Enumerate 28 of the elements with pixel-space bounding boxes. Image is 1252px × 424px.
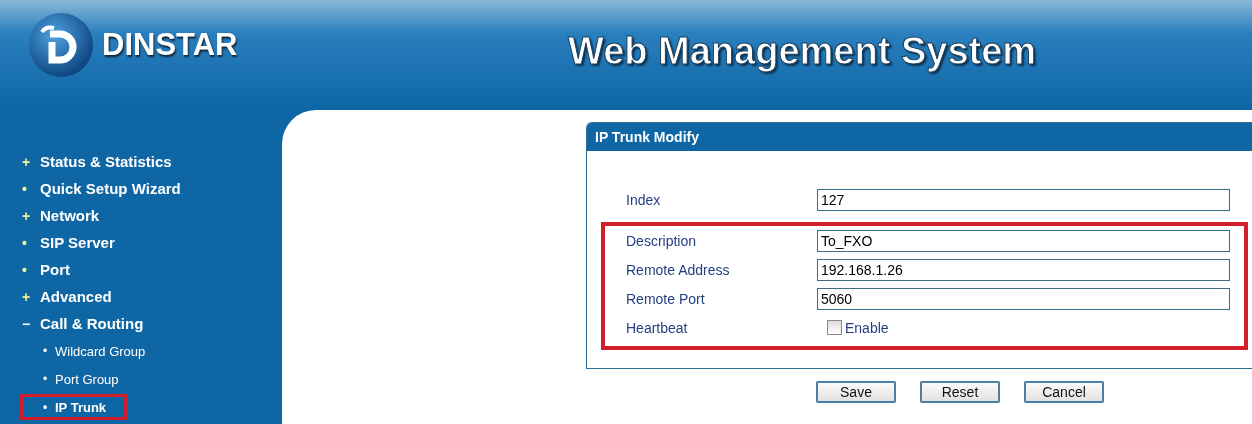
checkbox[interactable] bbox=[827, 320, 842, 335]
form-button[interactable]: Reset bbox=[920, 381, 1000, 403]
logo-icon bbox=[28, 12, 94, 78]
panel-title: IP Trunk Modify bbox=[587, 123, 1252, 151]
form-button[interactable]: Cancel bbox=[1024, 381, 1104, 403]
nav-subitem[interactable]: • Port Group bbox=[20, 366, 140, 392]
form-button[interactable]: Save bbox=[816, 381, 896, 403]
nav-item[interactable]: • Quick Setup Wizard bbox=[22, 175, 282, 202]
field-label: Heartbeat bbox=[626, 319, 689, 336]
brand-name: DINSTAR bbox=[102, 27, 238, 63]
input-field[interactable]: 5060 bbox=[817, 287, 1230, 310]
field-label: Remote Address bbox=[626, 261, 731, 278]
nav-subitem[interactable]: • IP Trunk bbox=[20, 394, 128, 420]
field-label: Remote Port bbox=[626, 290, 706, 307]
nav-subitem[interactable]: • Wildcard Group bbox=[20, 338, 167, 364]
nav-item[interactable]: • Port bbox=[22, 256, 282, 283]
nav-item[interactable]: • SIP Server bbox=[22, 229, 282, 256]
input-field[interactable]: To_FXO bbox=[817, 229, 1230, 252]
nav-item[interactable]: − Call & Routing bbox=[22, 310, 282, 337]
nav-item[interactable]: + Network bbox=[22, 202, 282, 229]
nav-item[interactable]: + Advanced bbox=[22, 283, 282, 310]
input-field[interactable]: 127 bbox=[817, 188, 1230, 211]
field-label: Description bbox=[626, 232, 698, 249]
field-label: Index bbox=[626, 191, 662, 208]
input-field[interactable]: 192.168.1.26 bbox=[817, 258, 1230, 281]
nav-item[interactable]: + Status & Statistics bbox=[22, 148, 282, 175]
page-title: Web Management System bbox=[568, 30, 1037, 73]
checkbox-label: Enable bbox=[845, 319, 889, 336]
